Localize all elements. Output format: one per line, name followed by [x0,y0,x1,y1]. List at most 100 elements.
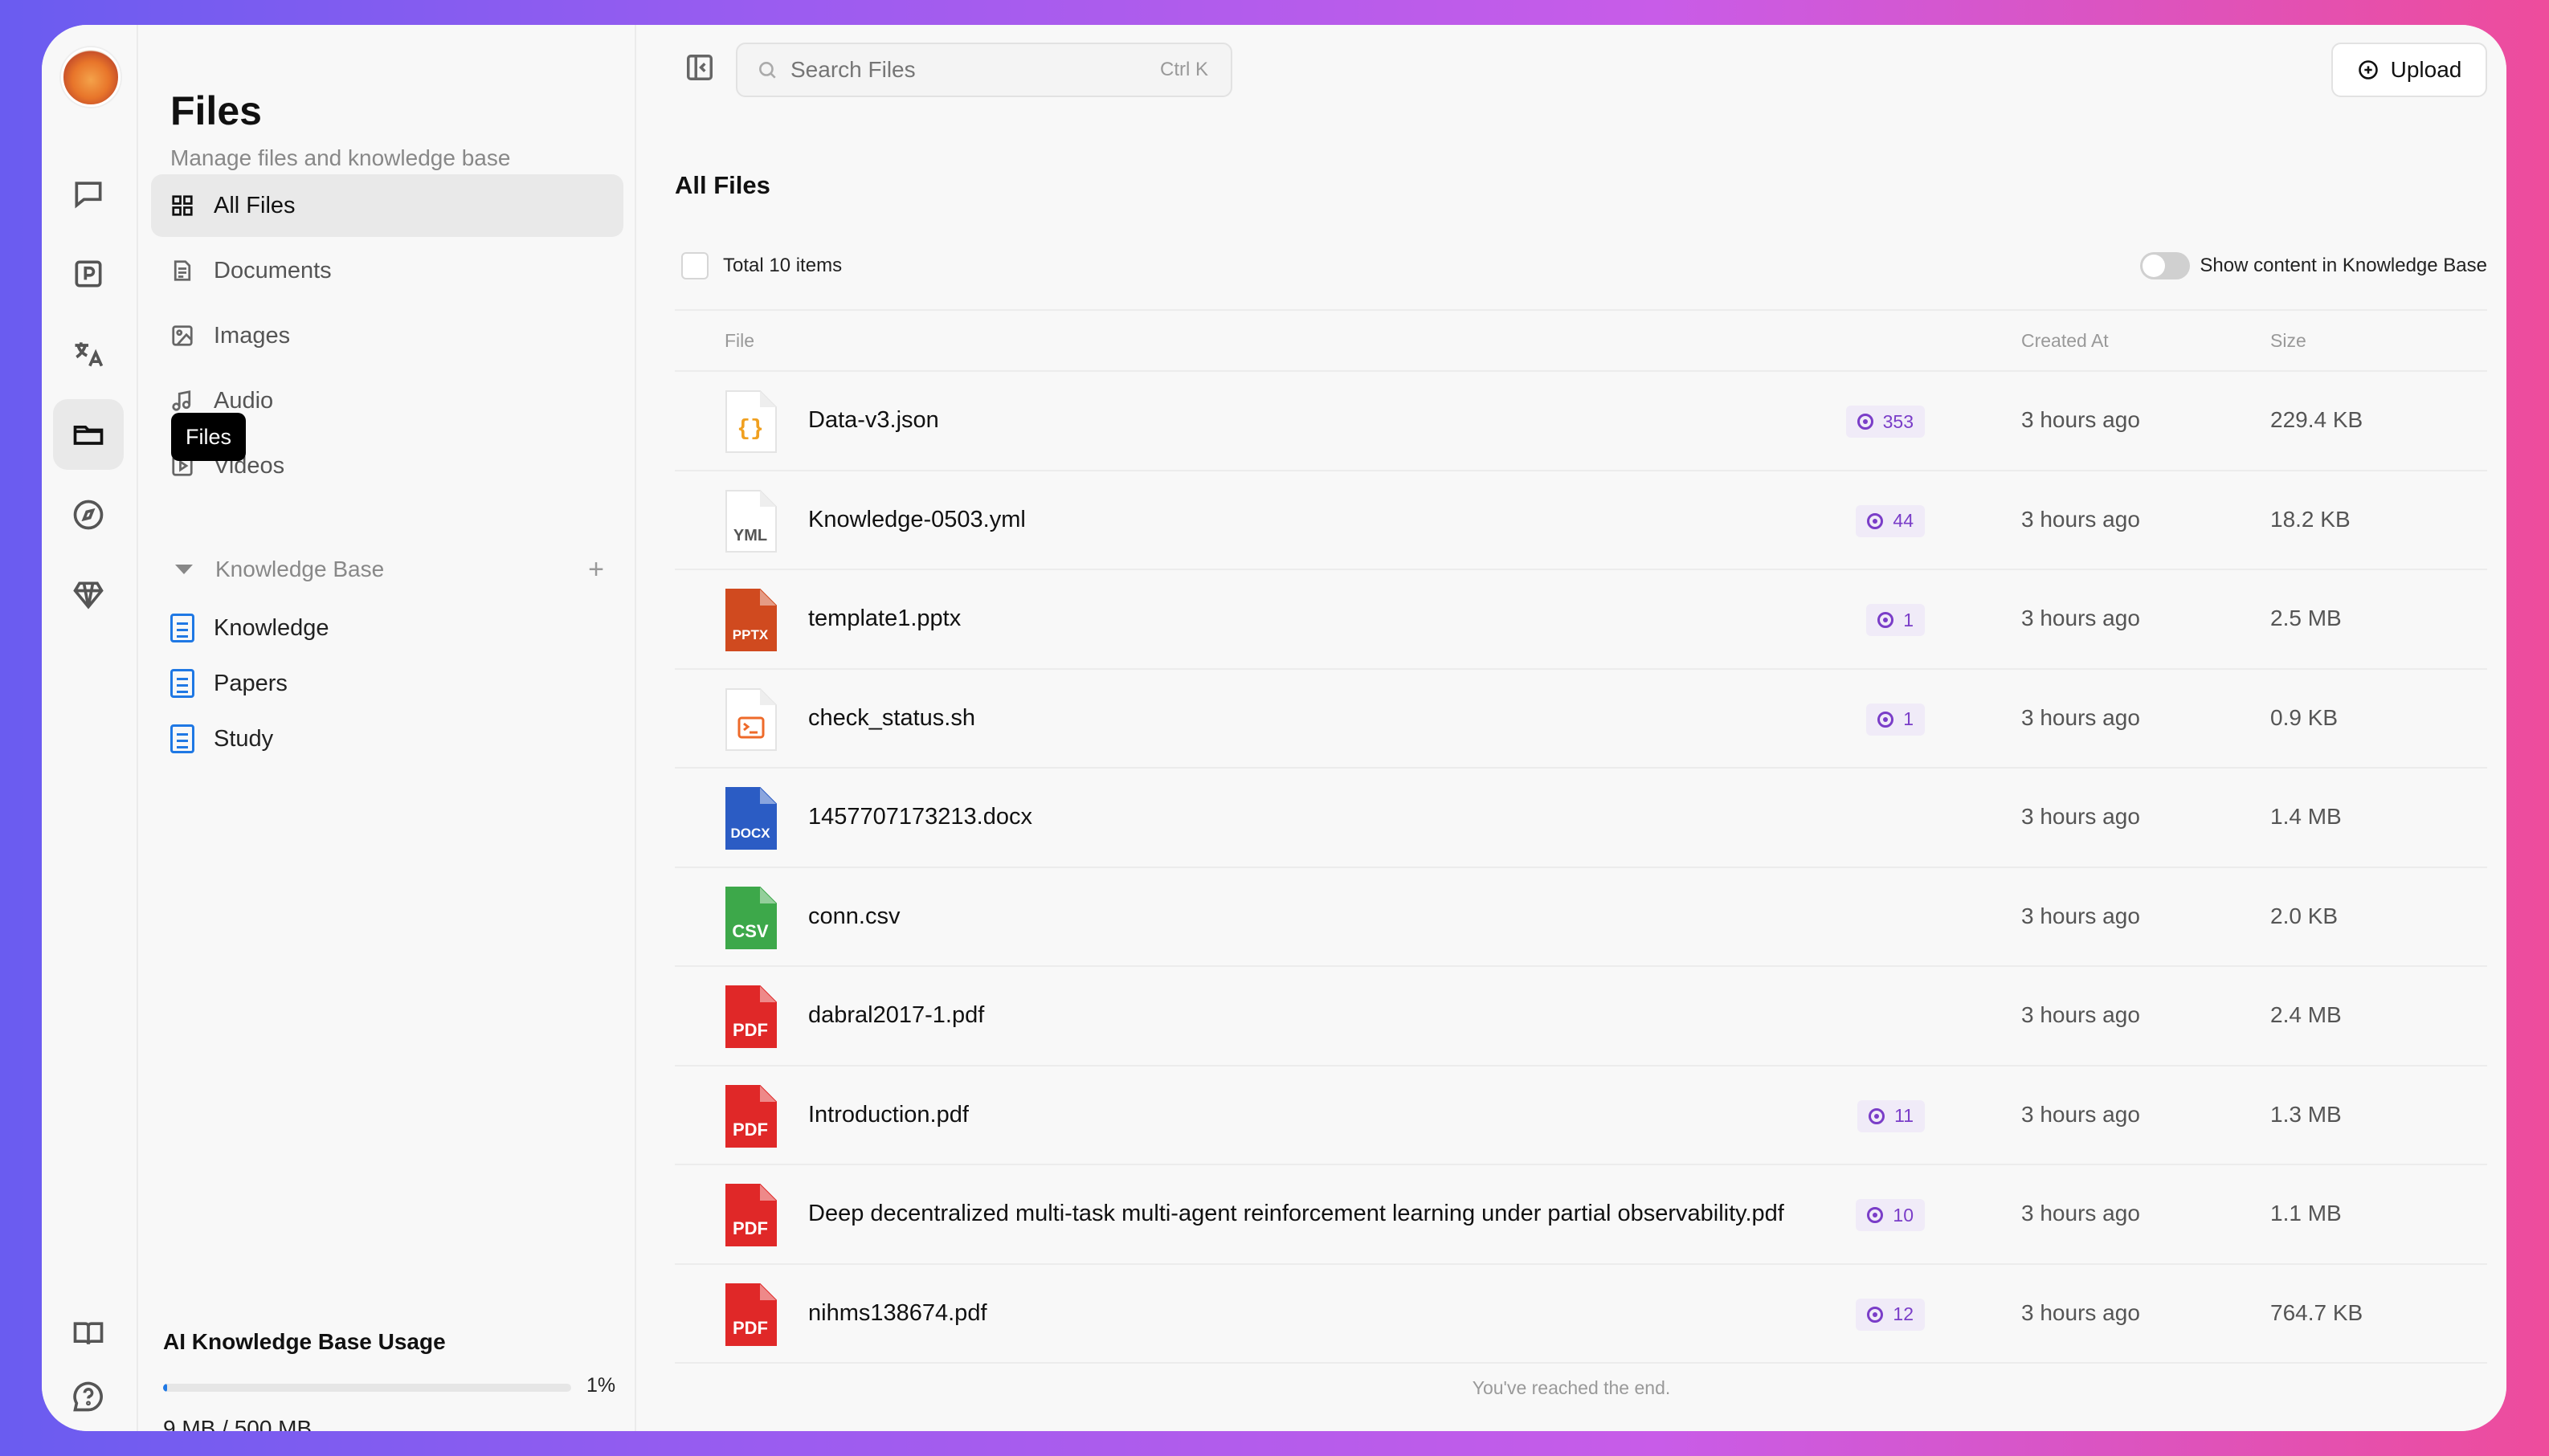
end-of-list-text: You've reached the end. [1472,1377,1671,1398]
nav-documents[interactable]: Documents [151,239,623,302]
file-name[interactable]: template1.pptx [808,606,961,632]
file-name[interactable]: Knowledge-0503.yml [808,507,1026,533]
file-size: 18.2 KB [2270,506,2351,532]
created-at: 3 hours ago [2021,704,2140,730]
book-icon[interactable] [53,1299,124,1369]
chunk-count-badge[interactable]: 11 [1857,1099,1925,1132]
kb-content-toggle-row: Show content in Knowledge Base [2140,252,2487,279]
chunk-icon [1877,711,1894,728]
json-file-icon: {} [725,389,778,454]
file-name[interactable]: Deep decentralized multi-task multi-agen… [808,1201,1784,1227]
created-at: 3 hours ago [2021,903,2140,928]
page-title: All Files [675,171,770,199]
table-row[interactable]: YML Knowledge-0503.yml 44 3 hours ago 18.2 K… [675,471,2487,570]
icon-rail [42,25,138,1431]
column-size[interactable]: Size [2270,330,2306,352]
file-name[interactable]: conn.csv [808,903,900,930]
show-kb-content-toggle[interactable] [2140,252,2191,279]
chunk-count-badge[interactable]: 353 [1845,406,1925,438]
kb-item-knowledge[interactable]: Knowledge [170,606,329,651]
created-at: 3 hours ago [2021,1299,2140,1325]
usage-amount: 9 MB / 500 MB [163,1416,312,1431]
search-field[interactable]: Ctrl K [736,43,1232,97]
file-size: 2.0 KB [2270,903,2339,928]
created-at: 3 hours ago [2021,804,2140,829]
knowledge-base-icon [170,724,194,753]
nav-all-files[interactable]: All Files [151,174,623,237]
table-row[interactable]: PDF Deep decentralized multi-task multi-a… [675,1165,2487,1265]
created-at: 3 hours ago [2021,1201,2140,1226]
file-size: 2.4 MB [2270,1002,2342,1027]
select-all-row: Total 10 items [681,252,842,279]
sidebar-subtitle: Manage files and knowledge base [170,145,511,170]
chunk-count-badge[interactable]: 44 [1856,504,1925,537]
knowledge-base-header[interactable]: Knowledge Base + [170,547,620,592]
files-table: File Created At Size {} Data-v3.json 353 3 … [675,309,2487,1364]
nav-images[interactable]: Images [151,304,623,367]
select-all-checkbox[interactable] [681,252,709,279]
docx-file-icon: DOCX [725,786,778,850]
chunk-count: 44 [1893,510,1914,531]
file-size: 0.9 KB [2270,704,2339,730]
created-at: 3 hours ago [2021,1002,2140,1027]
diamond-icon[interactable] [53,560,124,630]
kb-item-study[interactable]: Study [170,716,273,761]
sidebar-title: Files [170,88,262,133]
svg-text:CSV: CSV [732,921,769,941]
file-name[interactable]: Data-v3.json [808,407,939,434]
svg-text:PPTX: PPTX [733,627,769,642]
files-tooltip: Files [171,413,247,461]
file-name[interactable]: Introduction.pdf [808,1102,969,1128]
chunk-count: 353 [1882,410,1914,432]
table-row[interactable]: DOCX 1457707173213.docx 3 hours ago 1.4 MB [675,769,2487,868]
usage-title: AI Knowledge Base Usage [163,1329,446,1354]
compass-icon[interactable] [53,479,124,550]
add-knowledge-base-button[interactable]: + [588,554,604,585]
table-header: File Created At Size [675,309,2487,372]
file-name[interactable]: dabral2017-1.pdf [808,1002,984,1029]
created-at: 3 hours ago [2021,1101,2140,1127]
pdf-file-icon: PDF [725,1084,778,1148]
kb-item-papers[interactable]: Papers [170,661,288,706]
kb-item-label: Knowledge [214,614,329,641]
avatar[interactable] [61,47,121,107]
sh-file-icon [725,687,778,752]
yml-file-icon: YML [725,489,778,553]
column-file[interactable]: File [725,330,754,352]
svg-text:YML: YML [733,527,767,544]
file-size: 2.5 MB [2270,606,2342,630]
pdf-file-icon: PDF [725,1283,778,1347]
svg-text:{}: {} [737,417,764,442]
table-row[interactable]: check_status.sh 1 3 hours ago 0.9 KB [675,670,2487,769]
prompt-icon[interactable] [53,239,124,309]
file-name[interactable]: nihms138674.pdf [808,1300,987,1327]
help-icon[interactable] [53,1361,124,1431]
svg-text:PDF: PDF [733,1218,768,1238]
collapse-sidebar-icon[interactable] [684,52,720,88]
table-row[interactable]: CSV conn.csv 3 hours ago 2.0 KB [675,868,2487,967]
chunk-count-badge[interactable]: 1 [1866,703,1925,736]
nav-label: All Files [214,192,296,218]
search-input[interactable] [790,57,1144,83]
table-row[interactable]: PDF Introduction.pdf 11 3 hours ago 1.3 MB [675,1067,2487,1165]
table-row[interactable]: PDF dabral2017-1.pdf 3 hours ago 2.4 MB [675,967,2487,1067]
upload-button[interactable]: Upload [2331,43,2487,97]
table-row[interactable]: {} Data-v3.json 353 3 hours ago 229.4 KB [675,372,2487,471]
table-row[interactable]: PDF nihms138674.pdf 12 3 hours ago 764.7 KB [675,1265,2487,1364]
file-name[interactable]: check_status.sh [808,705,975,732]
chat-icon[interactable] [53,158,124,229]
chunk-count: 1 [1903,708,1914,729]
document-icon [174,260,191,281]
audio-icon [172,390,191,411]
chunk-count-badge[interactable]: 1 [1866,604,1925,636]
chunk-count-badge[interactable]: 12 [1856,1298,1925,1331]
file-name[interactable]: 1457707173213.docx [808,804,1032,830]
column-created[interactable]: Created At [2021,330,2109,352]
translate-icon[interactable] [53,319,124,389]
pptx-file-icon: PPTX [725,588,778,652]
folder-icon[interactable] [53,399,124,470]
chunk-count: 11 [1894,1105,1914,1126]
chunk-count-badge[interactable]: 10 [1856,1199,1925,1231]
table-row[interactable]: PPTX template1.pptx 1 3 hours ago 2.5 MB [675,570,2487,670]
file-size: 1.3 MB [2270,1101,2342,1127]
